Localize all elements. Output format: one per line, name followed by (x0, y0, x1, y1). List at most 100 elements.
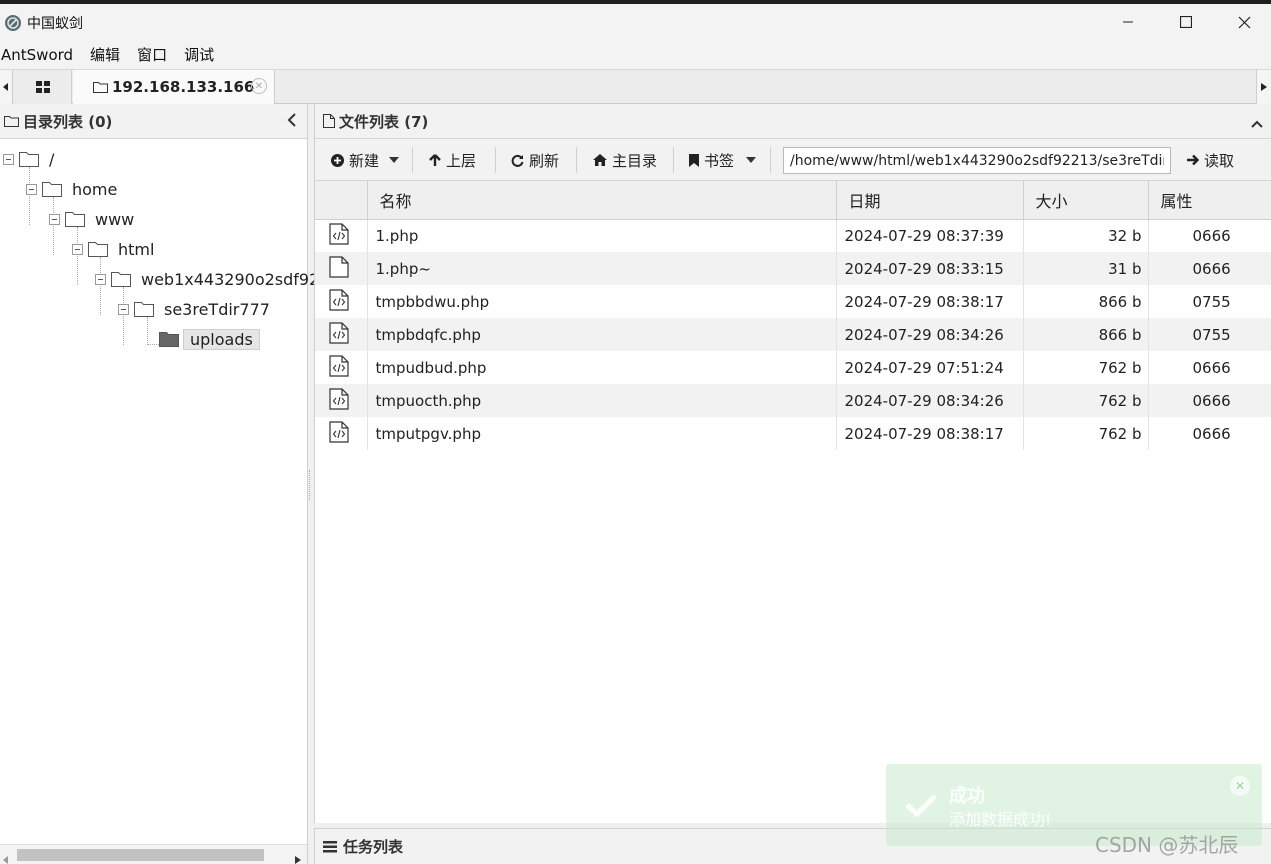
minimize-icon (1123, 21, 1133, 23)
panel-splitter[interactable] (309, 470, 313, 500)
collapse-up-button[interactable] (1251, 114, 1263, 132)
menu-debug[interactable]: 调试 (183, 44, 222, 65)
tab-host[interactable]: 192.168.133.166 ✕ (73, 70, 275, 104)
menu-bar: AntSword 编辑 窗口 调试 (0, 40, 1271, 69)
folder-filled-icon (159, 332, 179, 347)
file-row[interactable]: 1.php 2024-07-29 08:37:39 32 b 0666 (315, 219, 1271, 252)
home-icon (593, 154, 607, 166)
read-path-button[interactable]: 读取 (1186, 148, 1234, 172)
file-panel: 文件列表 (7) 新建 上层 刷新 主目录 书签 /home/www/html/… (314, 104, 1271, 823)
menu-window[interactable]: 窗口 (136, 44, 175, 65)
chevron-up-icon (1251, 120, 1263, 128)
caret-left-icon (3, 856, 8, 864)
chevron-left-icon (287, 113, 296, 127)
file-panel-title: 文件列表 (7) (339, 112, 429, 131)
file-attr: 0755 (1148, 285, 1271, 318)
folder-outline-icon (88, 242, 108, 257)
file-date: 2024-07-29 08:33:15 (836, 252, 1024, 285)
close-icon (1238, 16, 1250, 28)
collapse-toggle-icon[interactable] (26, 183, 37, 195)
file-outline-icon (323, 114, 335, 128)
collapse-left-button[interactable] (287, 113, 297, 131)
column-icon (315, 181, 368, 220)
horizontal-scrollbar[interactable] (0, 844, 307, 864)
file-row[interactable]: 1.php~ 2024-07-29 08:33:15 31 b 0666 (315, 252, 1271, 285)
minimize-button[interactable] (1099, 4, 1157, 40)
file-size: 762 b (1023, 351, 1149, 384)
path-input[interactable] (783, 147, 1171, 174)
tree-node-uploads[interactable]: uploads (159, 324, 260, 354)
tree-node-home[interactable]: home (26, 174, 117, 204)
file-size: 762 b (1023, 417, 1149, 450)
file-size: 866 b (1023, 318, 1149, 351)
caret-down-icon (389, 157, 400, 163)
folder-outline-icon (93, 82, 108, 93)
tab-close-button[interactable]: ✕ (251, 78, 267, 94)
file-size: 866 b (1023, 285, 1149, 318)
grid-icon (35, 81, 50, 93)
folder-outline-icon (19, 152, 39, 167)
caret-down-icon (746, 157, 757, 163)
file-row[interactable]: tmpuocth.php 2024-07-29 08:34:26 762 b 0… (315, 384, 1271, 417)
bookmark-icon (689, 153, 699, 167)
collapse-toggle-icon[interactable] (118, 303, 129, 315)
caret-right-icon (1261, 83, 1267, 91)
column-size[interactable]: 大小 (1023, 181, 1149, 220)
collapse-toggle-icon[interactable] (72, 243, 83, 255)
home-dir-button[interactable]: 主目录 (593, 148, 657, 172)
column-date[interactable]: 日期 (836, 181, 1024, 220)
file-date: 2024-07-29 08:34:26 (836, 384, 1024, 417)
refresh-button[interactable]: 刷新 (511, 148, 559, 172)
file-row[interactable]: tmpbbdwu.php 2024-07-29 08:38:17 866 b 0… (315, 285, 1271, 318)
file-name: tmpuocth.php (367, 384, 837, 417)
file-name: tmpbbdwu.php (367, 285, 837, 318)
folder-outline-icon (42, 182, 62, 197)
window-title: 中国蚁剑 (27, 16, 83, 32)
bookmark-button[interactable]: 书签 (689, 148, 757, 172)
checkmark-icon (905, 794, 937, 818)
php-file-icon (329, 420, 349, 443)
file-size: 31 b (1023, 252, 1149, 285)
file-icon (329, 255, 349, 278)
menu-edit[interactable]: 编辑 (89, 44, 128, 65)
tab-host-label: 192.168.133.166 (112, 78, 255, 96)
file-attr: 0666 (1148, 351, 1271, 384)
close-window-button[interactable] (1215, 4, 1271, 40)
tab-home-grid[interactable] (14, 70, 72, 104)
new-button[interactable]: 新建 (331, 148, 400, 172)
parent-dir-button[interactable]: 上层 (429, 148, 476, 172)
tab-scroll-right-button[interactable] (1256, 70, 1271, 104)
file-attr: 0666 (1148, 417, 1271, 450)
tree-node-root[interactable]: / (3, 144, 54, 174)
plus-circle-icon (331, 153, 344, 167)
directory-panel-header: 目录列表 (0) (0, 104, 307, 139)
php-file-icon (329, 321, 349, 344)
toast-close-button[interactable]: ✕ (1230, 776, 1250, 796)
title-bar: 中国蚁剑 (0, 4, 1271, 40)
column-name[interactable]: 名称 (367, 181, 837, 220)
collapse-toggle-icon[interactable] (49, 213, 60, 225)
file-date: 2024-07-29 08:38:17 (836, 285, 1024, 318)
column-attr[interactable]: 属性 (1148, 181, 1271, 220)
collapse-toggle-icon[interactable] (3, 153, 14, 165)
maximize-button[interactable] (1157, 4, 1215, 40)
tree-node-www[interactable]: www (49, 204, 134, 234)
task-panel-title: 任务列表 (343, 838, 404, 856)
tab-scroll-left-button[interactable] (0, 70, 13, 104)
file-row[interactable]: tmputpgv.php 2024-07-29 08:38:17 762 b 0… (315, 417, 1271, 450)
scrollbar-thumb[interactable] (17, 849, 264, 861)
tree-node-web-root[interactable]: web1x443290o2sdf92213 (95, 264, 350, 294)
directory-panel: 目录列表 (0) / home www html web1x443290o2sd… (0, 104, 350, 864)
tree-node-html[interactable]: html (72, 234, 154, 264)
folder-outline-icon (134, 302, 154, 317)
tree-node-secret-dir[interactable]: se3reTdir777 (118, 294, 270, 324)
file-name: 1.php~ (367, 252, 837, 285)
file-date: 2024-07-29 08:38:17 (836, 417, 1024, 450)
menu-antsword[interactable]: AntSword (0, 46, 81, 64)
file-row[interactable]: tmpudbud.php 2024-07-29 07:51:24 762 b 0… (315, 351, 1271, 384)
collapse-toggle-icon[interactable] (95, 273, 106, 285)
php-file-icon (329, 223, 349, 245)
file-date: 2024-07-29 07:51:24 (836, 351, 1024, 384)
file-row[interactable]: tmpbdqfc.php 2024-07-29 08:34:26 866 b 0… (315, 318, 1271, 351)
file-name: tmpbdqfc.php (367, 318, 837, 351)
